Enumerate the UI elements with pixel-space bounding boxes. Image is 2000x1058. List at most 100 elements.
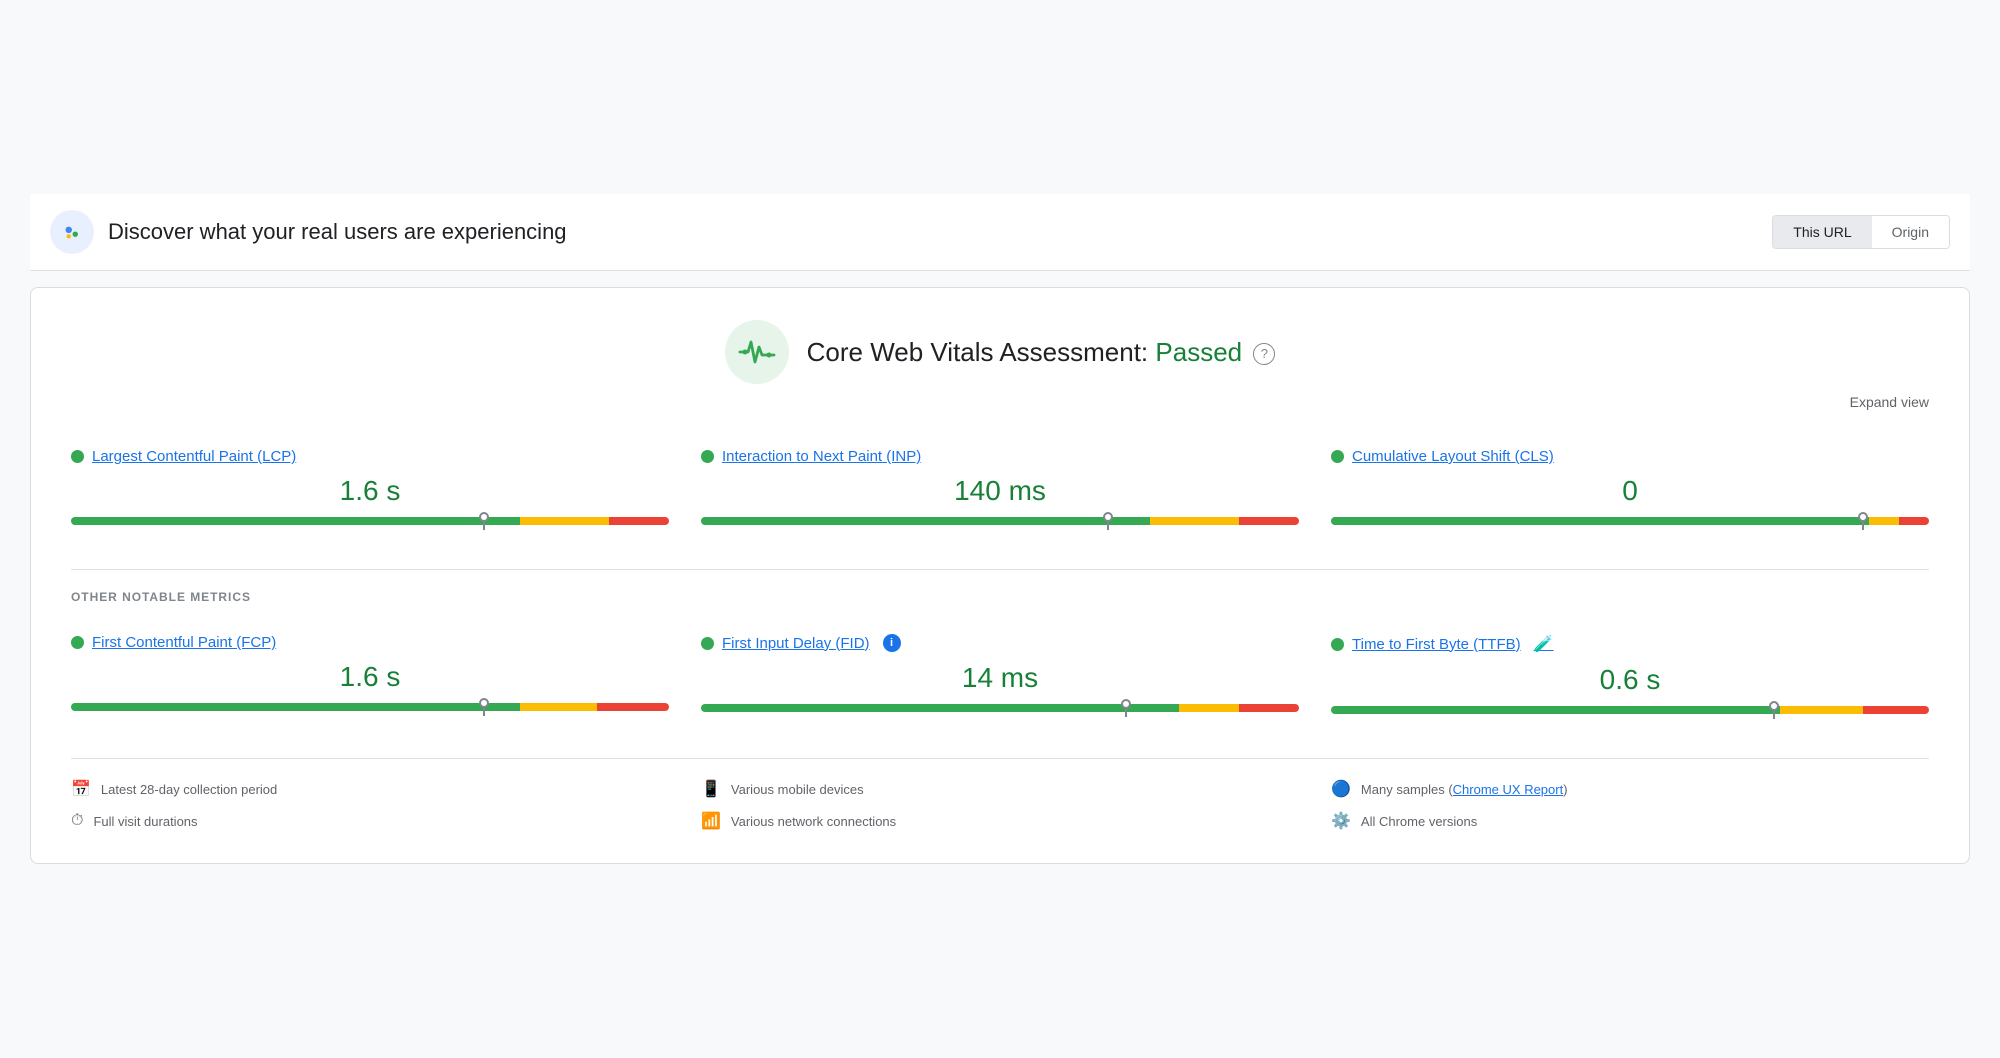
cls-dot (1331, 450, 1344, 463)
core-metrics-grid: Largest Contentful Paint (LCP) 1.6 s (71, 438, 1929, 541)
network-text: Various network connections (731, 814, 896, 829)
other-metrics-grid: First Contentful Paint (FCP) 1.6 s (71, 624, 1929, 730)
lcp-indicator-dot (479, 512, 489, 522)
fcp-bar-red (597, 703, 669, 711)
duration-text: Full visit durations (93, 814, 197, 829)
fcp-bar (71, 703, 669, 711)
metric-inp: Interaction to Next Paint (INP) 140 ms (701, 438, 1299, 541)
lcp-bar (71, 517, 669, 525)
fcp-indicator-line (483, 708, 485, 716)
cwv-icon (725, 320, 789, 384)
ttfb-label-text: Time to First Byte (TTFB) (1352, 636, 1521, 653)
lcp-label[interactable]: Largest Contentful Paint (LCP) (71, 448, 669, 465)
fid-bar-container (701, 704, 1299, 714)
fid-value: 14 ms (701, 662, 1299, 694)
ttfb-value: 0.6 s (1331, 664, 1929, 696)
fcp-indicator-dot (479, 698, 489, 708)
metric-cls: Cumulative Layout Shift (CLS) 0 (1331, 438, 1929, 541)
ttfb-indicator-dot (1769, 701, 1779, 711)
lcp-value: 1.6 s (71, 475, 669, 507)
cwv-help-icon[interactable]: ? (1253, 343, 1275, 365)
cls-label[interactable]: Cumulative Layout Shift (CLS) (1331, 448, 1929, 465)
fcp-bar-orange (520, 703, 598, 711)
footer-item-samples: 🔵 Many samples (Chrome UX Report) (1331, 779, 1929, 799)
inp-indicator (1102, 512, 1114, 530)
fid-indicator-dot (1121, 699, 1131, 709)
metric-fcp: First Contentful Paint (FCP) 1.6 s (71, 624, 669, 730)
cls-indicator-dot (1858, 512, 1868, 522)
metric-lcp: Largest Contentful Paint (LCP) 1.6 s (71, 438, 669, 541)
header: Discover what your real users are experi… (30, 194, 1970, 271)
fid-bar-green (701, 704, 1179, 712)
page-wrapper: Discover what your real users are experi… (20, 184, 1980, 874)
app-logo (50, 210, 94, 254)
flask-icon: 🧪 (1534, 634, 1554, 654)
inp-indicator-line (1107, 522, 1109, 530)
footer-grid: 📅 Latest 28-day collection period 📱 Vari… (71, 758, 1929, 831)
fid-label-text: First Input Delay (FID) (722, 635, 870, 652)
inp-label-text: Interaction to Next Paint (INP) (722, 448, 921, 465)
inp-value: 140 ms (701, 475, 1299, 507)
inp-bar-red (1239, 517, 1299, 525)
metric-fid: First Input Delay (FID) i 14 ms (701, 624, 1299, 730)
cls-value: 0 (1331, 475, 1929, 507)
lcp-bar-orange (520, 517, 610, 525)
fid-info-icon[interactable]: i (883, 634, 901, 652)
cls-indicator-line (1862, 522, 1864, 530)
chrome-ux-link[interactable]: Chrome UX Report (1453, 782, 1564, 797)
origin-button[interactable]: Origin (1872, 216, 1949, 248)
header-title: Discover what your real users are experi… (108, 219, 567, 245)
samples-icon: 🔵 (1331, 779, 1351, 799)
chrome-icon: ⚙️ (1331, 811, 1351, 831)
lcp-bar-red (609, 517, 669, 525)
calendar-icon: 📅 (71, 779, 91, 799)
cls-bar-green (1331, 517, 1869, 525)
footer-item-mobile: 📱 Various mobile devices (701, 779, 1299, 799)
footer-item-collection: 📅 Latest 28-day collection period (71, 779, 669, 799)
inp-label[interactable]: Interaction to Next Paint (INP) (701, 448, 1299, 465)
pulse-icon (738, 333, 776, 371)
wifi-icon: 📶 (701, 811, 721, 831)
ttfb-bar-red (1863, 706, 1929, 714)
cwv-status: Passed (1155, 337, 1242, 367)
footer-item-duration: ⏱ Full visit durations (71, 811, 669, 831)
main-card: Core Web Vitals Assessment: Passed ? Exp… (30, 287, 1970, 864)
footer-item-chrome: ⚙️ All Chrome versions (1331, 811, 1929, 831)
lcp-bar-container (71, 517, 669, 527)
ttfb-bar-container (1331, 706, 1929, 716)
fid-label[interactable]: First Input Delay (FID) i (701, 634, 1299, 652)
timer-icon: ⏱ (71, 812, 83, 830)
logo-icon (59, 219, 85, 245)
fid-bar-red (1239, 704, 1299, 712)
lcp-dot (71, 450, 84, 463)
footer-item-network: 📶 Various network connections (701, 811, 1299, 831)
fcp-bar-container (71, 703, 669, 713)
fcp-dot (71, 636, 84, 649)
fcp-indicator (478, 698, 490, 716)
inp-bar (701, 517, 1299, 525)
ttfb-label[interactable]: Time to First Byte (TTFB) 🧪 (1331, 634, 1929, 654)
cls-bar-orange (1869, 517, 1899, 525)
cls-label-text: Cumulative Layout Shift (CLS) (1352, 448, 1554, 465)
fcp-label[interactable]: First Contentful Paint (FCP) (71, 634, 669, 651)
lcp-label-text: Largest Contentful Paint (LCP) (92, 448, 296, 465)
fid-indicator (1120, 699, 1132, 717)
fcp-label-text: First Contentful Paint (FCP) (92, 634, 276, 651)
fid-indicator-line (1125, 709, 1127, 717)
ttfb-bar (1331, 706, 1929, 714)
ttfb-dot (1331, 638, 1344, 651)
header-left: Discover what your real users are experi… (50, 210, 567, 254)
lcp-bar-green (71, 517, 520, 525)
url-origin-toggle: This URL Origin (1772, 215, 1950, 249)
cls-bar (1331, 517, 1929, 525)
chrome-text: All Chrome versions (1361, 814, 1477, 829)
ttfb-indicator (1768, 701, 1780, 719)
expand-view-button[interactable]: Expand view (71, 394, 1929, 410)
cls-bar-container (1331, 517, 1929, 527)
inp-bar-green (701, 517, 1150, 525)
fid-bar (701, 704, 1299, 712)
fid-dot (701, 637, 714, 650)
this-url-button[interactable]: This URL (1773, 216, 1871, 248)
cls-indicator (1857, 512, 1869, 530)
ttfb-bar-orange (1780, 706, 1864, 714)
